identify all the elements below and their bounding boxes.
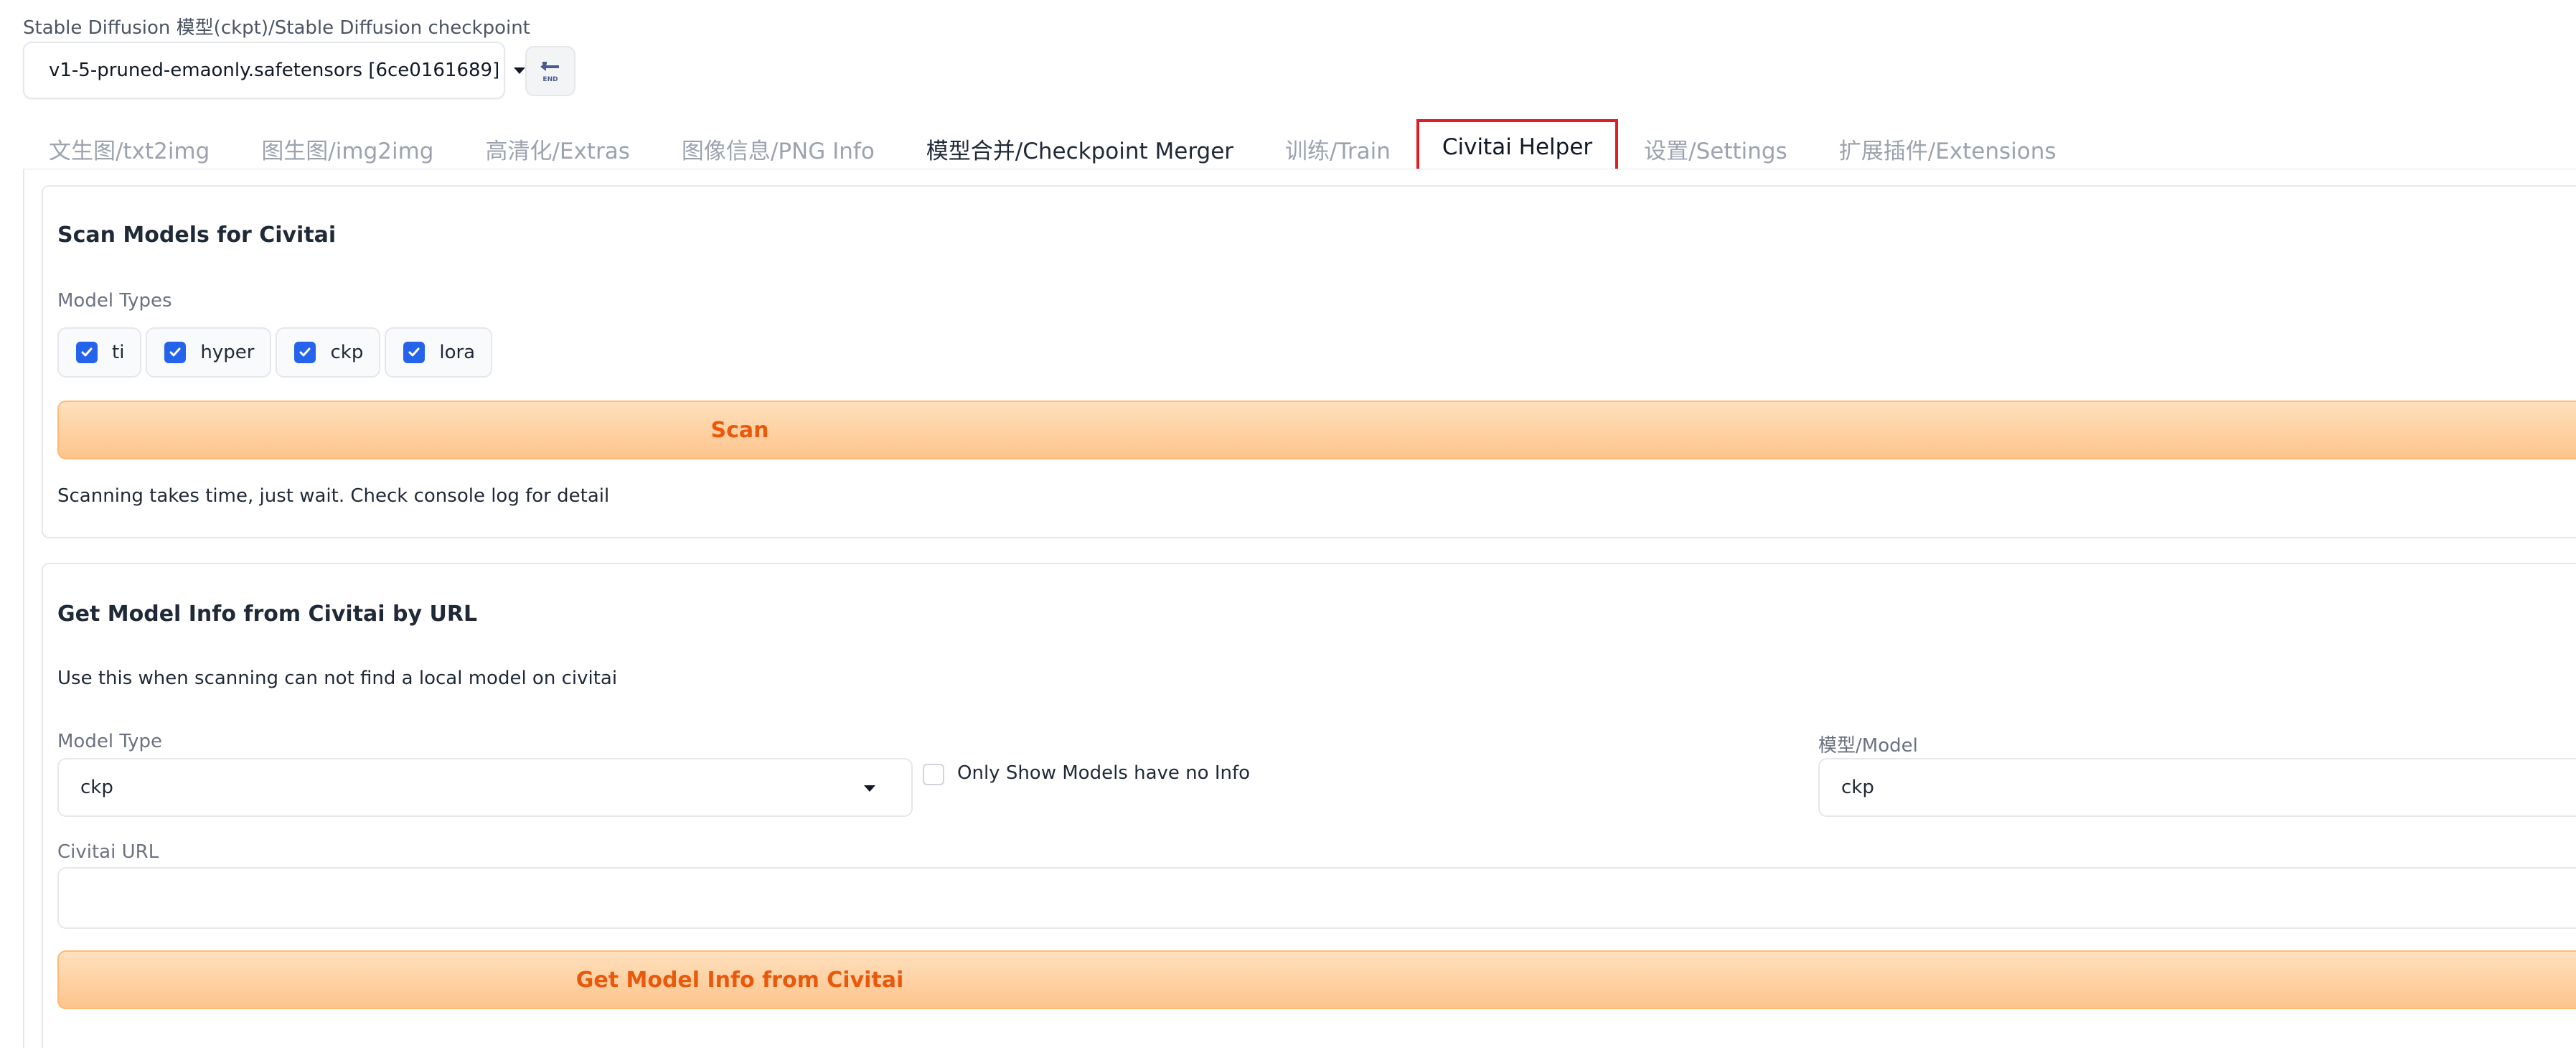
checkbox-checked-icon — [76, 342, 98, 363]
model-types-group: ti hyper ckp lora — [57, 327, 493, 378]
tab-civitai-helper[interactable]: Civitai Helper — [1416, 119, 1619, 175]
tab-extensions[interactable]: 扩展插件/Extensions — [1813, 119, 2082, 175]
tab-img2img[interactable]: 图生图/img2img — [235, 119, 459, 175]
tab-txt2img[interactable]: 文生图/txt2img — [23, 119, 235, 175]
checkpoint-label: Stable Diffusion 模型(ckpt)/Stable Diffusi… — [23, 17, 530, 39]
end-arrow-icon: END — [540, 62, 559, 83]
tab-settings[interactable]: 设置/Settings — [1618, 119, 1813, 175]
model-type-ckp-label: ckp — [330, 342, 364, 363]
get-info-section-title: Get Model Info from Civitai by URL — [57, 602, 478, 627]
scan-button[interactable]: Scan — [57, 401, 2576, 459]
scan-section-title: Scan Models for Civitai — [57, 223, 337, 248]
model-label: 模型/Model — [1818, 735, 1918, 757]
end-icon-text: END — [542, 76, 558, 83]
model-dropdown[interactable]: ckp — [1818, 758, 2576, 817]
model-type-dropdown[interactable]: ckp — [57, 758, 913, 817]
model-type-label: Model Type — [57, 731, 163, 752]
tab-checkpoint-merger[interactable]: 模型合并/Checkpoint Merger — [901, 119, 1259, 175]
checkbox-checked-icon — [294, 342, 316, 363]
checkpoint-dropdown[interactable]: v1-5-pruned-emaonly.safetensors [6ce0161… — [23, 42, 526, 99]
get-info-note: Use this when scanning can not find a lo… — [57, 668, 618, 689]
main-tab-bar: 文生图/txt2img 图生图/img2img 高清化/Extras 图像信息/… — [23, 119, 2082, 175]
get-model-info-button[interactable]: Get Model Info from Civitai — [57, 950, 2576, 1009]
tab-png-info[interactable]: 图像信息/PNG Info — [656, 119, 901, 175]
model-type-hyper-label: hyper — [200, 342, 255, 363]
checkbox-checked-icon — [403, 342, 426, 363]
model-type-ckp-checkbox[interactable]: ckp — [276, 327, 381, 378]
model-type-ti-label: ti — [112, 342, 125, 363]
scan-note: Scanning takes time, just wait. Check co… — [57, 485, 610, 507]
model-type-value: ckp — [80, 777, 113, 798]
model-type-hyper-checkbox[interactable]: hyper — [146, 327, 272, 378]
model-type-lora-checkbox[interactable]: lora — [385, 327, 493, 378]
civitai-url-input[interactable] — [57, 867, 2576, 929]
model-value: ckp — [1841, 777, 1874, 798]
model-type-ti-checkbox[interactable]: ti — [57, 327, 142, 378]
chevron-down-icon — [864, 785, 875, 792]
tab-train[interactable]: 训练/Train — [1259, 119, 1416, 175]
model-types-label: Model Types — [57, 290, 172, 312]
chevron-down-icon — [514, 67, 526, 74]
checkpoint-selected-value: v1-5-pruned-emaonly.safetensors [6ce0161… — [49, 60, 500, 81]
only-show-no-info-checkbox[interactable] — [923, 764, 944, 785]
tab-extras[interactable]: 高清化/Extras — [459, 119, 655, 175]
model-type-lora-label: lora — [439, 342, 476, 363]
civitai-url-label: Civitai URL — [57, 841, 159, 863]
refresh-checkpoint-button[interactable]: END — [525, 46, 575, 96]
checkbox-checked-icon — [164, 342, 187, 363]
only-show-no-info-label: Only Show Models have no Info — [957, 762, 1251, 784]
